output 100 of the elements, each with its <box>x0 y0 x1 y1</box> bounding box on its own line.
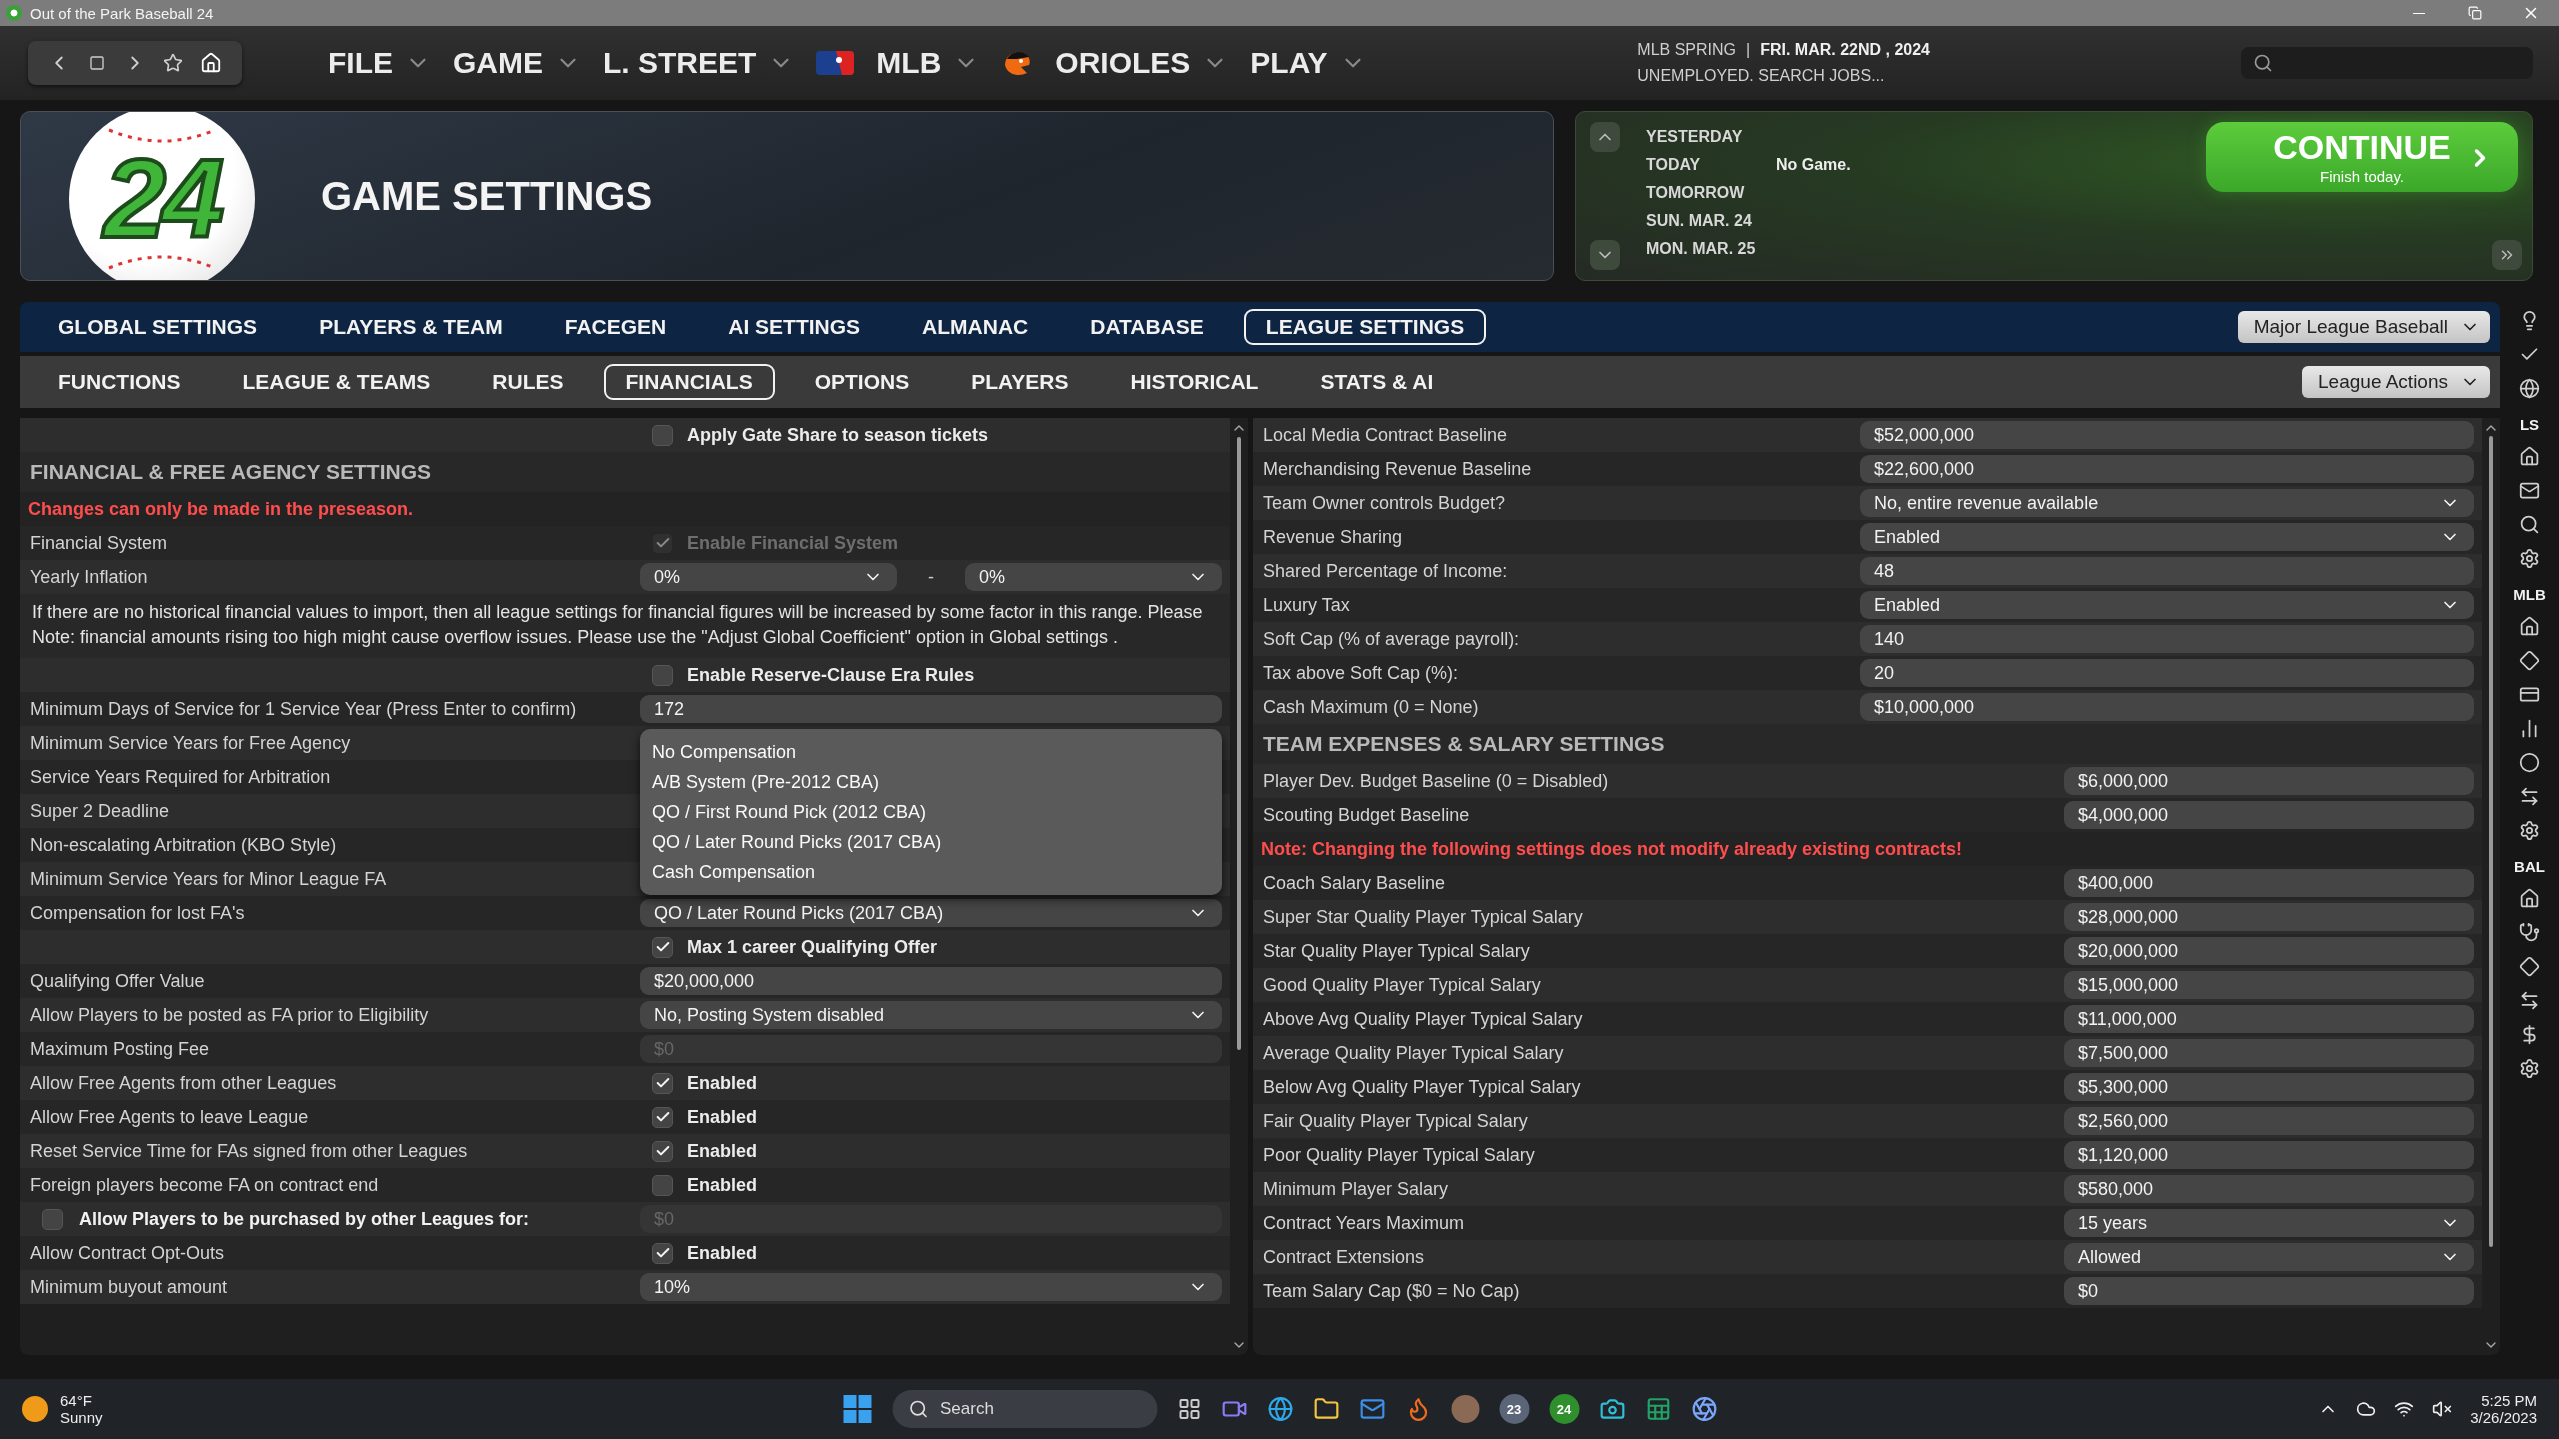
tab[interactable]: STATS & AI <box>1298 364 1456 400</box>
tab[interactable]: PLAYERS <box>949 364 1091 400</box>
text-field[interactable]: $1,120,000 <box>2064 1141 2474 1169</box>
menu-item[interactable]: MLB <box>876 46 980 80</box>
dropdown-select[interactable]: 0% <box>965 563 1222 591</box>
avatar-icon[interactable] <box>1451 1395 1479 1423</box>
dropdown-select[interactable]: 0% <box>640 563 897 591</box>
dropdown-select[interactable]: QO / Later Round Picks (2017 CBA) <box>640 899 1222 927</box>
spreadsheet-icon[interactable] <box>1645 1396 1671 1422</box>
home-icon[interactable] <box>2519 616 2540 637</box>
text-field[interactable]: 172 <box>640 695 1222 723</box>
dropdown-select[interactable]: Enabled <box>1860 591 2474 619</box>
settings-icon[interactable] <box>2519 820 2540 841</box>
aperture-icon[interactable] <box>1691 1396 1717 1422</box>
dropdown-select[interactable]: No, Posting System disabled <box>640 1001 1222 1029</box>
checkbox[interactable] <box>652 424 673 446</box>
dropdown-select[interactable]: Allowed <box>2064 1243 2474 1271</box>
menu-item[interactable]: FILE <box>328 46 431 80</box>
dropdown-select[interactable]: Enabled <box>1860 523 2474 551</box>
taskbar-search-button[interactable]: Search <box>892 1390 1157 1428</box>
text-field[interactable]: $20,000,000 <box>640 967 1222 995</box>
text-field[interactable]: $52,000,000 <box>1860 421 2474 449</box>
arrows-icon[interactable] <box>2519 786 2540 807</box>
cloud-icon[interactable] <box>2356 1399 2377 1419</box>
tab[interactable]: DATABASE <box>1068 309 1226 345</box>
scroll-up-button[interactable] <box>1590 122 1620 152</box>
menu-item[interactable]: GAME <box>453 46 581 80</box>
checkbox[interactable] <box>652 1140 673 1162</box>
wifi-icon[interactable] <box>2394 1399 2415 1419</box>
diamond-icon[interactable] <box>2519 956 2540 977</box>
menu-item[interactable]: L. STREET <box>603 46 795 80</box>
text-field[interactable]: 140 <box>1860 625 2474 653</box>
checkbox[interactable] <box>652 1106 673 1128</box>
app-logo[interactable]: 24 <box>1549 1394 1579 1424</box>
text-field[interactable]: $11,000,000 <box>2064 1005 2474 1033</box>
diamond-icon[interactable] <box>2519 650 2540 671</box>
folder-icon[interactable] <box>1313 1396 1339 1422</box>
tab[interactable]: FUNCTIONS <box>36 364 203 400</box>
text-field[interactable]: $22,600,000 <box>1860 455 2474 483</box>
app-logo[interactable]: 23 <box>1499 1394 1529 1424</box>
menu-item[interactable]: ORIOLES <box>1055 46 1229 80</box>
text-field[interactable]: 48 <box>1860 557 2474 585</box>
grid-icon[interactable] <box>1177 1397 1201 1421</box>
tab[interactable]: HISTORICAL <box>1108 364 1281 400</box>
search-icon[interactable] <box>2519 514 2540 535</box>
text-field[interactable]: $400,000 <box>2064 869 2474 897</box>
dropdown-select[interactable]: No, entire revenue available <box>1860 489 2474 517</box>
text-field[interactable]: $7,500,000 <box>2064 1039 2474 1067</box>
home-icon[interactable] <box>2519 446 2540 467</box>
dropdown-option[interactable]: QO / First Round Pick (2012 CBA) <box>640 797 1222 827</box>
dropdown-option[interactable]: QO / Later Round Picks (2017 CBA) <box>640 827 1222 857</box>
dropdown-select[interactable]: 15 years <box>2064 1209 2474 1237</box>
globe-icon[interactable] <box>2519 378 2540 399</box>
text-field[interactable]: $28,000,000 <box>2064 903 2474 931</box>
tab[interactable]: FACEGEN <box>542 309 689 345</box>
menu-item[interactable]: PLAY <box>1250 46 1366 80</box>
tab[interactable]: LEAGUE & TEAMS <box>220 364 453 400</box>
checkbox[interactable] <box>652 1072 673 1094</box>
tab[interactable]: AI SETTINGS <box>706 309 883 345</box>
text-field[interactable]: $0 <box>2064 1277 2474 1305</box>
mail-icon[interactable] <box>1359 1396 1385 1422</box>
text-field[interactable]: $15,000,000 <box>2064 971 2474 999</box>
dropdown-select[interactable]: 10% <box>640 1273 1222 1301</box>
mail-icon[interactable] <box>2519 480 2540 501</box>
text-field[interactable]: $2,560,000 <box>2064 1107 2474 1135</box>
camera-icon[interactable] <box>1599 1396 1625 1422</box>
text-field[interactable]: $10,000,000 <box>1860 693 2474 721</box>
job-search-link[interactable]: UNEMPLOYED. SEARCH JOBS... <box>1637 67 1930 85</box>
tab[interactable]: PLAYERS & TEAM <box>297 309 525 345</box>
windows-logo-icon[interactable] <box>842 1394 872 1424</box>
circle-icon[interactable] <box>2519 752 2540 773</box>
text-field[interactable]: $580,000 <box>2064 1175 2474 1203</box>
checkbox[interactable] <box>652 1242 673 1264</box>
text-field[interactable]: 20 <box>1860 659 2474 687</box>
text-field[interactable]: $20,000,000 <box>2064 937 2474 965</box>
text-field[interactable]: $4,000,000 <box>2064 801 2474 829</box>
checkbox[interactable] <box>652 936 673 958</box>
home-icon[interactable] <box>2519 888 2540 909</box>
settings-icon[interactable] <box>2519 548 2540 569</box>
text-field[interactable]: $5,300,000 <box>2064 1073 2474 1101</box>
stethoscope-icon[interactable] <box>2519 922 2540 943</box>
tab[interactable]: ALMANAC <box>900 309 1051 345</box>
tab[interactable]: RULES <box>470 364 586 400</box>
tab[interactable]: LEAGUE SETTINGS <box>1243 309 1487 345</box>
league-select[interactable]: Major League Baseball <box>2237 311 2490 343</box>
actions-select[interactable]: League Actions <box>2302 366 2490 398</box>
checkbox[interactable] <box>652 1174 673 1196</box>
tab[interactable]: OPTIONS <box>792 364 932 400</box>
arrows-icon[interactable] <box>2519 990 2540 1011</box>
text-field[interactable]: $6,000,000 <box>2064 767 2474 795</box>
search-field[interactable] <box>2241 47 2533 79</box>
globe-icon[interactable] <box>1267 1396 1293 1422</box>
volume-muted-icon[interactable] <box>2432 1399 2453 1419</box>
checkbox[interactable] <box>652 664 673 686</box>
dropdown-option[interactable]: Cash Compensation <box>640 857 1222 887</box>
skip-button[interactable] <box>2492 240 2522 270</box>
settings-icon[interactable] <box>2519 1058 2540 1079</box>
tab[interactable]: GLOBAL SETTINGS <box>36 309 280 345</box>
dropdown-option[interactable]: No Compensation <box>640 737 1222 767</box>
dropdown-option[interactable]: A/B System (Pre-2012 CBA) <box>640 767 1222 797</box>
